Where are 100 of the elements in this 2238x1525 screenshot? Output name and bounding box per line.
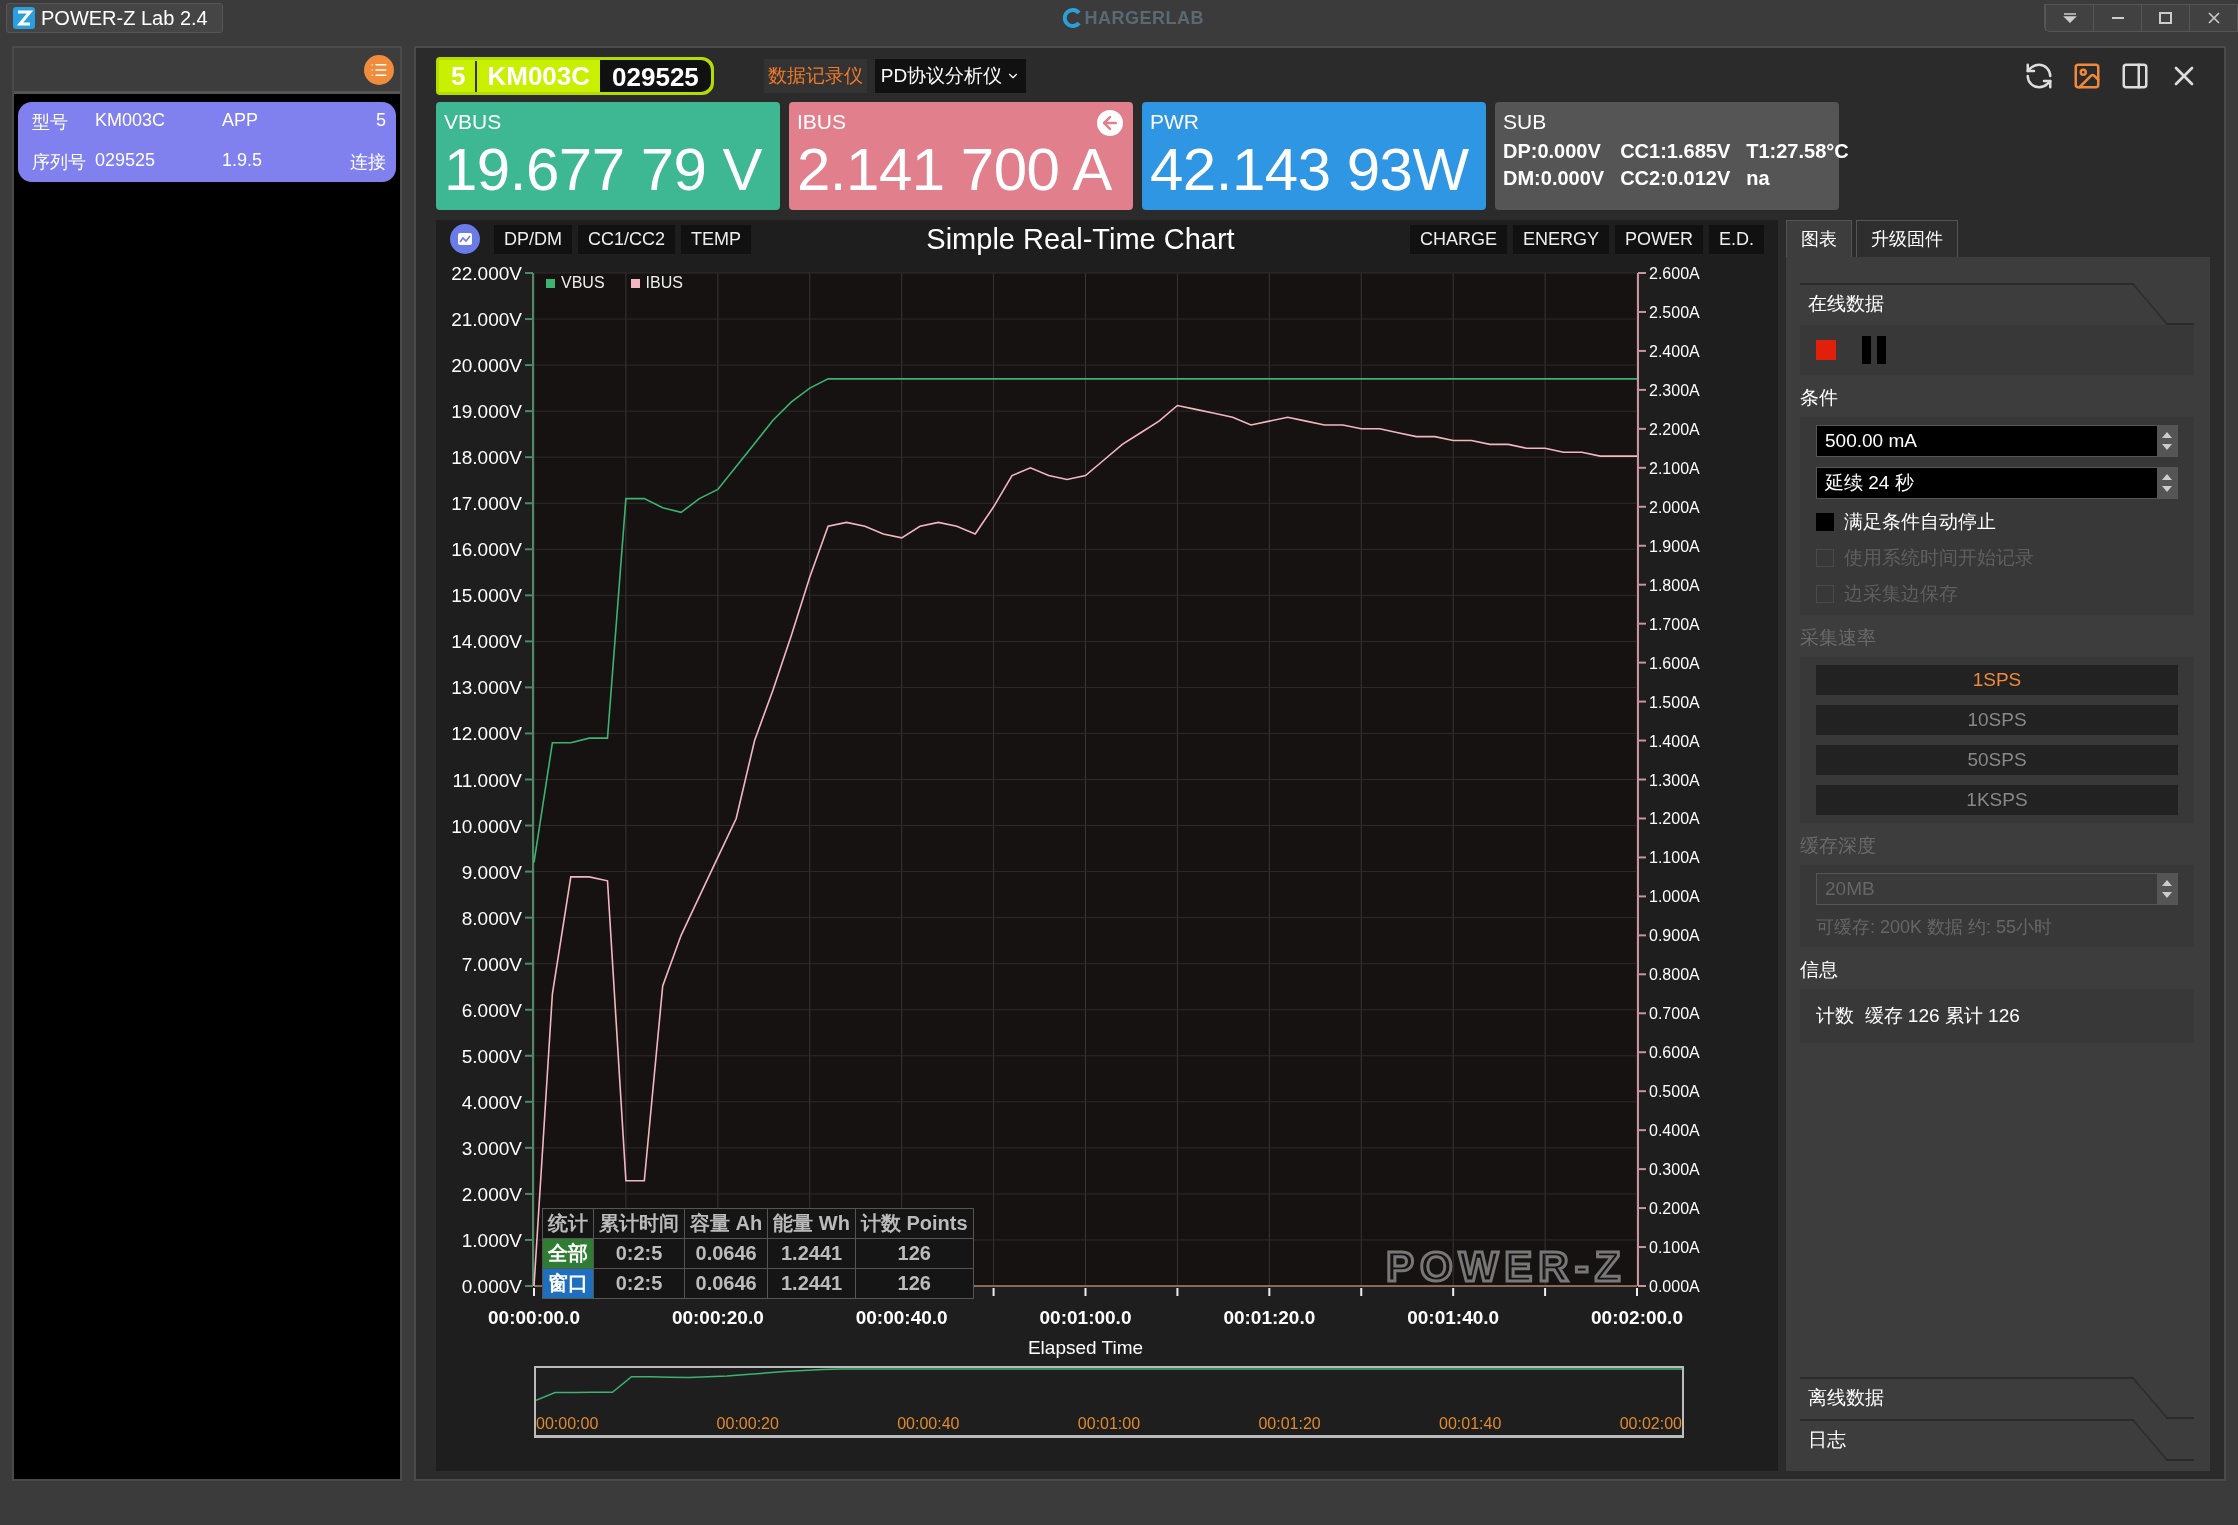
device-field: KM003C [95,110,222,134]
axis-label: 1.900A [1649,537,1700,555]
meter-label: VBUS [444,110,502,134]
spin-field[interactable]: 500.00 mA [1816,425,2178,457]
row-label: 全部 [542,1238,594,1269]
axis-label: 16.000V [451,539,522,561]
overview-strip[interactable]: 00:00:00 00:00:20 00:00:40 00:01:00 00:01:20 00:01:40 00:02:00 [534,1366,1684,1438]
reading-text: DM:0.000V [1503,167,1605,190]
axis-label: 0.000V [461,1276,522,1297]
axis-label: 1.700A [1649,615,1700,633]
chart-tab[interactable]: CHARGE [1409,224,1507,254]
side-tab[interactable]: 升级固件 [1856,220,1958,257]
section-header[interactable]: 离线数据 [1800,1377,2194,1419]
legend-item: IBUS [630,274,683,292]
analyzer-dropdown[interactable]: PD协议分析仪 [874,59,1027,93]
axis-label: 0.000A [1649,1278,1700,1295]
axis-label: 00:02:00.0 [1591,1307,1683,1328]
axis-label: 2.000A [1649,498,1700,516]
axis-label: 0.500A [1649,1083,1700,1101]
section-header[interactable]: 在线数据 [1800,283,2194,325]
section-label: 条件 [1800,386,1839,410]
column-header: 容量 Ah [684,1208,768,1239]
reading-text: CC2:0.012V [1620,167,1731,190]
axis-label: 00:01:20.0 [1223,1307,1316,1328]
chart-tab[interactable]: DP/DM [494,224,572,254]
column-header: 计数 Points [855,1208,974,1239]
axis-label: 0.800A [1649,966,1700,984]
axis-label: 00:00:40.0 [855,1307,948,1328]
app-logo-icon [13,7,35,29]
image-icon[interactable] [2072,61,2102,91]
section-header[interactable]: 日志 [1800,1419,2194,1461]
spin-field[interactable]: 延续 24 秒 [1816,467,2178,499]
column-header: 能量 Wh [767,1208,856,1239]
chart-tab[interactable]: POWER [1614,224,1703,254]
axis-label: 0.200A [1649,1200,1700,1218]
table-cell: 0:2:5 [593,1238,685,1269]
axis-label: 3.000V [461,1137,522,1159]
channel-number: 5 [451,60,478,92]
meter-label: SUB [1503,110,1547,134]
axis-label: 2.400A [1649,342,1700,360]
axis-label: 00:00:00.0 [488,1307,580,1328]
axis-label: 12.000V [451,723,522,745]
table-cell: 1.2441 [767,1268,856,1299]
meter-label: IBUS [797,110,846,134]
axis-label: 2.300A [1649,381,1700,399]
rate-button[interactable]: 50SPS [1816,745,2178,775]
table-cell: 1.2441 [767,1238,856,1269]
device-field: 029525 [95,150,222,174]
axis-label: 0.100A [1649,1239,1700,1257]
column-header: 累计时间 [593,1208,685,1239]
rate-button[interactable]: 1SPS [1816,665,2178,695]
overview-tick: 00:02:00 [1619,1415,1682,1433]
axis-label: 8.000V [461,907,522,929]
device-field: APP [222,110,342,134]
refresh-icon[interactable] [2024,61,2054,91]
checkbox[interactable]: 满足条件自动停止 [1816,509,2178,535]
axis-label: 0.400A [1649,1122,1700,1140]
side-tab[interactable]: 图表 [1786,220,1852,257]
title-text: POWER-Z Lab 2.4 [41,6,208,30]
chart-tab[interactable]: CC1/CC2 [578,224,676,254]
chevron-icon [2062,13,2077,23]
device-field: 连接 [350,150,386,174]
chart-tab[interactable]: TEMP [681,224,752,254]
axis-label: 1.400A [1649,732,1700,750]
reading-text: na [1746,167,1771,190]
reading-text: T1:27.58°C [1746,140,1849,163]
axis-label: 1.500A [1649,693,1700,711]
axis-label: 2.500A [1649,303,1700,321]
axis-label: 1.800A [1649,576,1700,594]
device-field: 序列号 [32,150,95,174]
watermark-logo: POWER-Z [1386,1243,1627,1291]
overview-tick: 00:00:40 [897,1415,960,1433]
column-header: 统计 [542,1208,594,1239]
table-cell: 0:2:5 [593,1268,685,1299]
legend-item: VBUS [546,274,605,292]
mode-tab[interactable]: 数据记录仪 [763,59,867,93]
list-icon[interactable] [364,54,394,85]
chart-icon[interactable] [450,224,480,254]
chart-title: Simple Real-Time Chart [925,222,1236,256]
row-label: 窗口 [542,1268,594,1299]
rate-button[interactable]: 1KSPS [1816,785,2178,815]
device-field: 5 [376,110,386,134]
chart-tab[interactable]: ENERGY [1512,224,1609,254]
axis-label: 00:01:40.0 [1407,1307,1500,1328]
panel-icon[interactable] [2120,61,2150,91]
rate-button[interactable]: 10SPS [1816,705,2178,735]
chart-tab[interactable]: E.D. [1709,224,1764,254]
axis-label: 19.000V [451,401,522,423]
overview-tick: 00:01:40 [1439,1415,1502,1433]
axis-label: 15.000V [451,585,522,607]
overview-tick: 00:01:00 [1077,1415,1141,1433]
device-field: 1.9.5 [222,150,342,174]
section-label: 信息 [1800,958,1839,982]
axis-label: 6.000V [461,999,522,1021]
axis-label: 00:01:00.0 [1039,1307,1132,1328]
axis-label: 11.000V [452,769,522,791]
table-cell: 126 [855,1238,974,1269]
meter-label: PWR [1150,110,1199,134]
axis-label: 0.600A [1649,1044,1700,1062]
reading-text: CC1:1.685V [1620,140,1731,163]
